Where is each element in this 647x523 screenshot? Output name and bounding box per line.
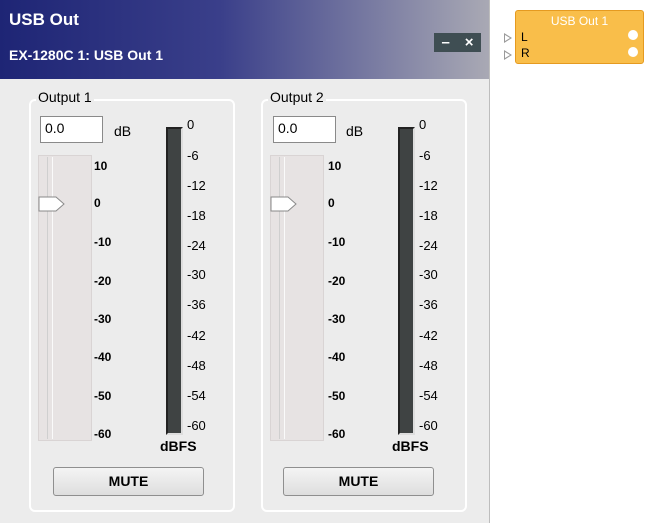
meter-tick: -54 [419, 388, 438, 403]
fader-tick: -20 [328, 274, 346, 288]
output-2-mute-button[interactable]: MUTE [283, 467, 434, 496]
meter-tick: -60 [187, 418, 206, 433]
meter-tick: -6 [419, 148, 431, 163]
meter-tick: -42 [419, 328, 438, 343]
meter-tick: -12 [187, 178, 206, 193]
output-1-meter-unit: dBFS [160, 438, 197, 454]
meter-tick: -24 [419, 238, 438, 253]
window-controls: – × [434, 33, 481, 52]
meter-tick: -30 [187, 267, 206, 282]
fader-tick: 10 [328, 159, 342, 173]
title-bar[interactable]: USB Out EX-1280C 1: USB Out 1 – × [0, 0, 489, 79]
fader-tick: -60 [328, 427, 346, 441]
fader-tick: -10 [94, 235, 112, 249]
node-port-r[interactable]: R [521, 46, 530, 60]
output-2-meter-unit: dBFS [392, 438, 429, 454]
meter-tick: 0 [187, 117, 195, 132]
window-title: USB Out [9, 10, 79, 29]
meter-tick: -24 [187, 238, 206, 253]
output-1-level-meter [166, 127, 183, 435]
usb-out-node[interactable]: USB Out 1 L R [515, 10, 644, 64]
minimize-button[interactable]: – [441, 33, 449, 52]
meter-tick: -54 [187, 388, 206, 403]
fader-tick: -30 [94, 312, 112, 326]
meter-tick: -60 [419, 418, 438, 433]
output-2-label: Output 2 [268, 89, 326, 105]
input-l-arrow-icon [504, 33, 512, 43]
meter-tick: -6 [187, 148, 199, 163]
meter-tick: -48 [187, 358, 206, 373]
output-1-unit: dB [114, 123, 132, 139]
close-button[interactable]: × [465, 33, 474, 52]
fader-tick: 0 [328, 196, 335, 210]
meter-tick: -48 [419, 358, 438, 373]
meter-tick: -36 [187, 297, 206, 312]
meter-tick: -36 [419, 297, 438, 312]
fader-tick: -10 [328, 235, 346, 249]
node-port-l[interactable]: L [521, 30, 528, 44]
fader-tick: -50 [94, 389, 112, 403]
output-2-level-meter [398, 127, 415, 435]
meter-tick: -42 [187, 328, 206, 343]
node-output-l-dot-icon[interactable] [628, 30, 638, 40]
window-subtitle: EX-1280C 1: USB Out 1 [9, 47, 164, 63]
usb-out-panel: USB Out EX-1280C 1: USB Out 1 – × Output… [0, 0, 490, 523]
input-r-arrow-icon [504, 50, 512, 60]
fader-tick: -40 [94, 350, 112, 364]
fader-tick: -40 [328, 350, 346, 364]
output-1-fader-thumb[interactable] [38, 195, 66, 213]
fader-tick: -20 [94, 274, 112, 288]
fader-tick: 10 [94, 159, 108, 173]
node-output-r-dot-icon[interactable] [628, 47, 638, 57]
meter-tick: -30 [419, 267, 438, 282]
meter-tick: 0 [419, 117, 427, 132]
output-2-unit: dB [346, 123, 364, 139]
meter-tick: -12 [419, 178, 438, 193]
meter-tick: -18 [187, 208, 206, 223]
output-2-fader-thumb[interactable] [270, 195, 298, 213]
output-2-value-field[interactable]: 0.0 [273, 116, 336, 143]
fader-tick: -50 [328, 389, 346, 403]
fader-tick: -60 [94, 427, 112, 441]
output-1-value-field[interactable]: 0.0 [40, 116, 103, 143]
output-1-mute-button[interactable]: MUTE [53, 467, 204, 496]
fader-tick: -30 [328, 312, 346, 326]
meter-tick: -18 [419, 208, 438, 223]
output-1-label: Output 1 [36, 89, 94, 105]
fader-tick: 0 [94, 196, 101, 210]
node-title: USB Out 1 [550, 14, 609, 28]
